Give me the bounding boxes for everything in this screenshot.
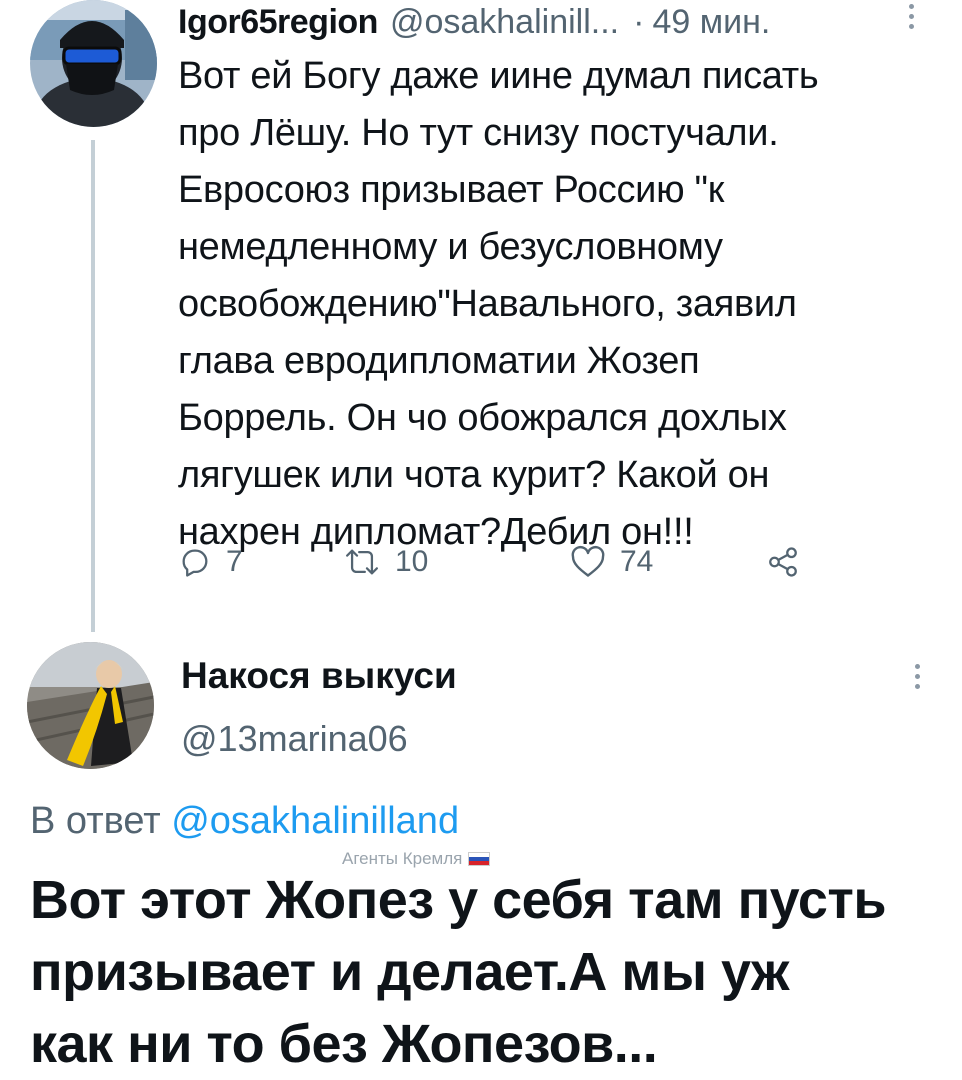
reply-mention-link[interactable]: @osakhalinilland xyxy=(171,800,459,842)
avatar[interactable] xyxy=(30,0,157,127)
user-handle[interactable]: @osakhalinill... xyxy=(390,3,619,42)
more-icon[interactable] xyxy=(912,664,922,689)
reply-button[interactable]: 7 xyxy=(178,545,243,579)
tweet-actions: 7 10 74 xyxy=(178,545,828,597)
tweet-text: Вот ей Богу даже иине думал писать про Л… xyxy=(178,55,819,553)
retweet-count: 10 xyxy=(395,545,429,578)
display-name[interactable]: Igor65region xyxy=(178,3,378,42)
separator-dot: · xyxy=(633,2,645,41)
avatar[interactable] xyxy=(27,642,154,769)
share-icon xyxy=(766,545,800,579)
like-icon xyxy=(570,545,606,579)
more-icon[interactable] xyxy=(906,4,916,29)
user-handle[interactable]: @13marina06 xyxy=(181,718,408,760)
reply-icon xyxy=(178,545,212,579)
tweet-header: Igor65region @osakhalinill... · 49 мин. xyxy=(178,0,770,44)
like-button[interactable]: 74 xyxy=(570,545,653,579)
reply-count: 7 xyxy=(226,545,243,578)
tweet-text: Вот этот Жопез у себя там пусть призывае… xyxy=(30,870,887,1074)
retweet-button[interactable]: 10 xyxy=(343,545,428,579)
share-button[interactable] xyxy=(766,545,800,579)
display-name[interactable]: Накося выкуси xyxy=(181,655,457,697)
thread-line xyxy=(91,140,95,632)
reply-prefix: В ответ xyxy=(30,800,161,842)
like-count: 74 xyxy=(620,545,654,578)
timestamp[interactable]: 49 мин. xyxy=(652,3,770,42)
retweet-icon xyxy=(343,545,381,579)
reply-context: В ответ @osakhalinilland xyxy=(30,800,459,843)
